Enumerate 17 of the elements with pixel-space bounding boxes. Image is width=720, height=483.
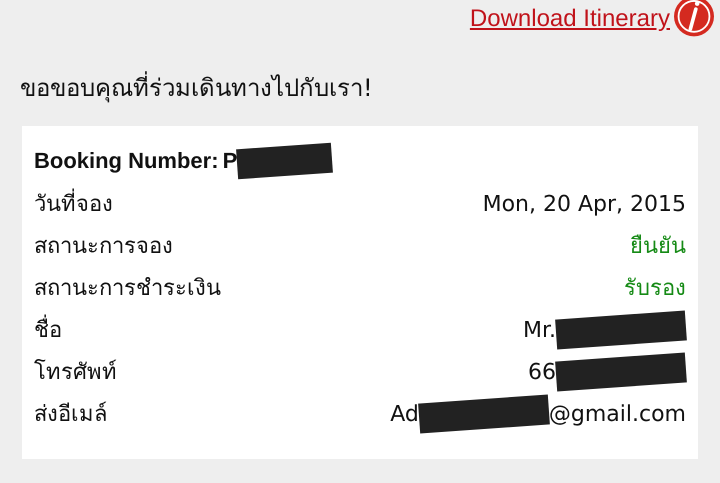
field-value: ยืนยัน [630,232,686,260]
field-value: รับรอง [624,274,686,302]
booking-number-label: Booking Number: [34,147,219,175]
download-itinerary-link[interactable]: Download Itinerary [470,1,670,37]
field-label: ชื่อ [34,314,62,346]
field-label: สถานะการชำระเงิน [34,274,221,302]
field-value: Ad [390,400,419,428]
field-value: Mon, 20 Apr, 2015 [482,190,686,218]
field-label: สถานะการจอง [34,232,173,260]
field-value: @gmail.com [548,400,686,428]
field-label: วันที่จอง [34,188,113,220]
field-value: Mr. [523,316,556,344]
field-label: โทรศัพท์ [34,358,117,386]
field-label: ส่งอีเมล์ [34,400,107,428]
field-value: 66 [528,358,556,386]
field-value: P [222,147,238,175]
thank-you-heading: ขอขอบคุณที่ร่วมเดินทางไปกับเรา! [20,70,720,106]
